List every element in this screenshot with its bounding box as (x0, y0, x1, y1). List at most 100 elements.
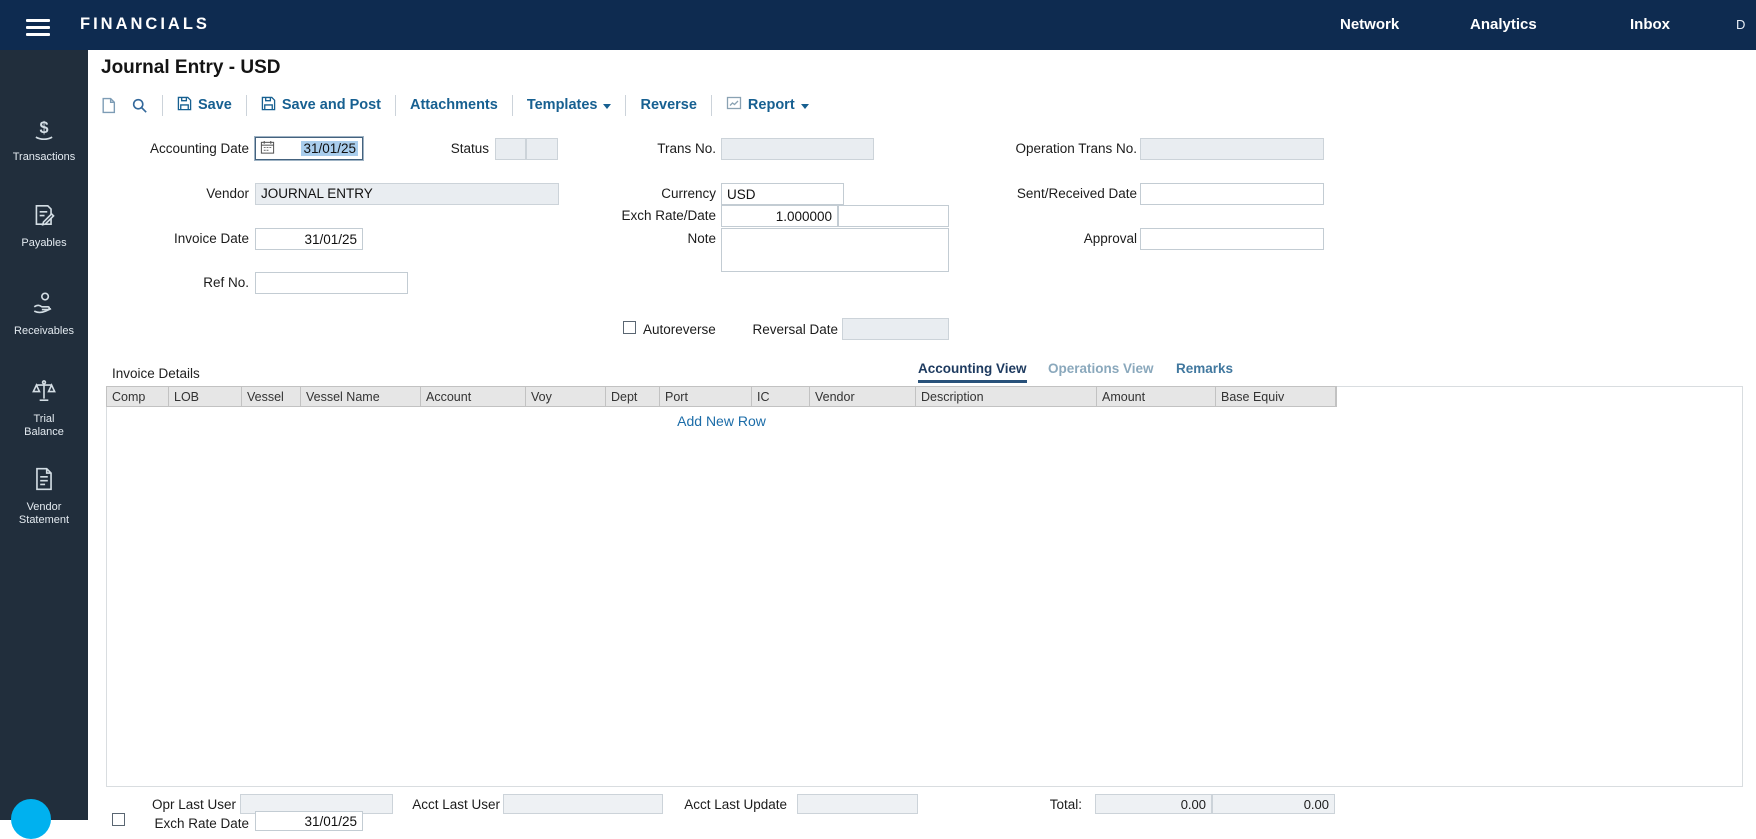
reversal-date-field (842, 318, 949, 340)
toolbar: Save Save and Post Attachments Templates… (100, 90, 809, 120)
column-header-dept: Dept (606, 387, 660, 406)
topbar: FINANCIALS Network Analytics Inbox D (0, 0, 1756, 50)
status-field-2 (526, 138, 558, 160)
acct-last-user-label: Acct Last User (340, 797, 500, 812)
payables-icon (31, 215, 57, 232)
column-header-lob: LOB (169, 387, 242, 406)
exch-date-field[interactable] (838, 205, 949, 227)
toolbar-separator (711, 95, 712, 116)
column-header-voy: Voy (526, 387, 606, 406)
approval-label: Approval (977, 231, 1137, 246)
calendar-icon[interactable] (260, 140, 275, 158)
chevron-down-icon (603, 104, 611, 109)
total-amount-field: 0.00 (1095, 794, 1212, 814)
toolbar-separator (162, 95, 163, 116)
exch-rate-date-label: Exch Rate/Date (556, 208, 716, 223)
toolbar-separator (395, 95, 396, 116)
save-icon (261, 96, 276, 115)
sidebar-item-transactions[interactable]: $ Transactions (0, 116, 88, 164)
trial-balance-icon (31, 391, 57, 408)
note-field[interactable] (721, 228, 949, 272)
templates-menu-button[interactable]: Templates (527, 97, 612, 113)
total-base-equiv-field: 0.00 (1212, 794, 1335, 814)
status-field-1 (495, 138, 526, 160)
trans-no-label: Trans No. (556, 141, 716, 156)
sidebar-item-trial-balance[interactable]: Trial Balance (0, 378, 88, 439)
accounting-date-field[interactable]: 31/01/25 (255, 137, 363, 160)
acct-last-update-label: Acct Last Update (627, 797, 787, 812)
acct-last-update-field (797, 794, 918, 814)
save-and-post-button[interactable]: Save and Post (261, 96, 381, 115)
exch-rate-field[interactable] (721, 205, 838, 227)
sent-received-date-field[interactable] (1140, 183, 1324, 205)
invoice-details-grid: Comp LOB Vessel Vessel Name Account Voy … (106, 386, 1743, 787)
column-header-description: Description (916, 387, 1097, 406)
toolbar-separator (625, 95, 626, 116)
sidebar: $ Transactions Payables Receivables Tria… (0, 50, 88, 820)
invoice-details-label: Invoice Details (112, 366, 200, 381)
status-label: Status (389, 141, 489, 156)
receivables-icon (31, 303, 57, 320)
tab-operations-view[interactable]: Operations View (1048, 361, 1154, 380)
currency-field[interactable] (721, 183, 844, 205)
column-header-comp: Comp (107, 387, 169, 406)
nav-inbox[interactable]: Inbox (1630, 16, 1670, 33)
help-bubble-button[interactable] (11, 799, 51, 839)
reversal-date-label: Reversal Date (678, 322, 838, 337)
column-header-base-equiv: Base Equiv (1216, 387, 1336, 406)
nav-network[interactable]: Network (1340, 16, 1399, 33)
ref-no-label: Ref No. (89, 275, 249, 290)
attachments-button[interactable]: Attachments (410, 97, 498, 113)
reverse-button[interactable]: Reverse (640, 97, 696, 113)
clipped-topbar-item[interactable]: D (1736, 17, 1745, 32)
column-header-ic: IC (752, 387, 810, 406)
svg-text:$: $ (39, 119, 48, 137)
sent-received-date-label: Sent/Received Date (977, 186, 1137, 201)
save-icon (177, 96, 192, 115)
nav-analytics[interactable]: Analytics (1470, 16, 1537, 33)
report-menu-button[interactable]: Report (726, 95, 809, 115)
sidebar-item-receivables[interactable]: Receivables (0, 290, 88, 338)
save-button[interactable]: Save (177, 96, 232, 115)
currency-label: Currency (556, 186, 716, 201)
toolbar-separator (246, 95, 247, 116)
accounting-date-value: 31/01/25 (301, 141, 358, 156)
report-icon (726, 95, 742, 115)
column-header-account: Account (421, 387, 526, 406)
operation-trans-no-label: Operation Trans No. (977, 141, 1137, 156)
autoreverse-checkbox[interactable] (623, 321, 636, 334)
total-label: Total: (922, 797, 1082, 812)
grid-header-row: Comp LOB Vessel Vessel Name Account Voy … (106, 386, 1337, 407)
invoice-date-field[interactable] (255, 228, 363, 250)
clipped-row-label: Exch Rate Date (130, 816, 249, 831)
add-new-row-link[interactable]: Add New Row (107, 413, 1336, 429)
column-header-vessel: Vessel (242, 387, 301, 406)
column-header-vessel-name: Vessel Name (301, 387, 421, 406)
approval-field[interactable] (1140, 228, 1324, 250)
trans-no-field (721, 138, 874, 160)
hamburger-menu-icon[interactable] (26, 15, 50, 40)
vendor-label: Vendor (89, 186, 249, 201)
invoice-date-label: Invoice Date (89, 231, 249, 246)
search-button[interactable] (131, 97, 148, 114)
sidebar-item-vendor-statement[interactable]: Vendor Statement (0, 466, 88, 527)
new-document-button[interactable] (100, 97, 117, 114)
opr-last-user-label: Opr Last User (76, 797, 236, 812)
operation-trans-no-field (1140, 138, 1324, 160)
column-header-port: Port (660, 387, 752, 406)
accounting-date-label: Accounting Date (89, 141, 249, 156)
transactions-icon: $ (31, 129, 57, 146)
column-header-amount: Amount (1097, 387, 1216, 406)
ref-no-field[interactable] (255, 272, 408, 294)
vendor-statement-icon (31, 479, 57, 496)
chevron-down-icon (801, 104, 809, 109)
sidebar-item-payables[interactable]: Payables (0, 202, 88, 250)
page-title: Journal Entry - USD (101, 57, 280, 79)
tab-accounting-view[interactable]: Accounting View (918, 361, 1027, 383)
toolbar-separator (512, 95, 513, 116)
tab-remarks[interactable]: Remarks (1176, 361, 1233, 380)
clipped-row-date-field[interactable]: 31/01/25 (255, 811, 363, 831)
note-label: Note (556, 231, 716, 246)
column-header-vendor: Vendor (810, 387, 916, 406)
app-title: FINANCIALS (80, 15, 210, 34)
